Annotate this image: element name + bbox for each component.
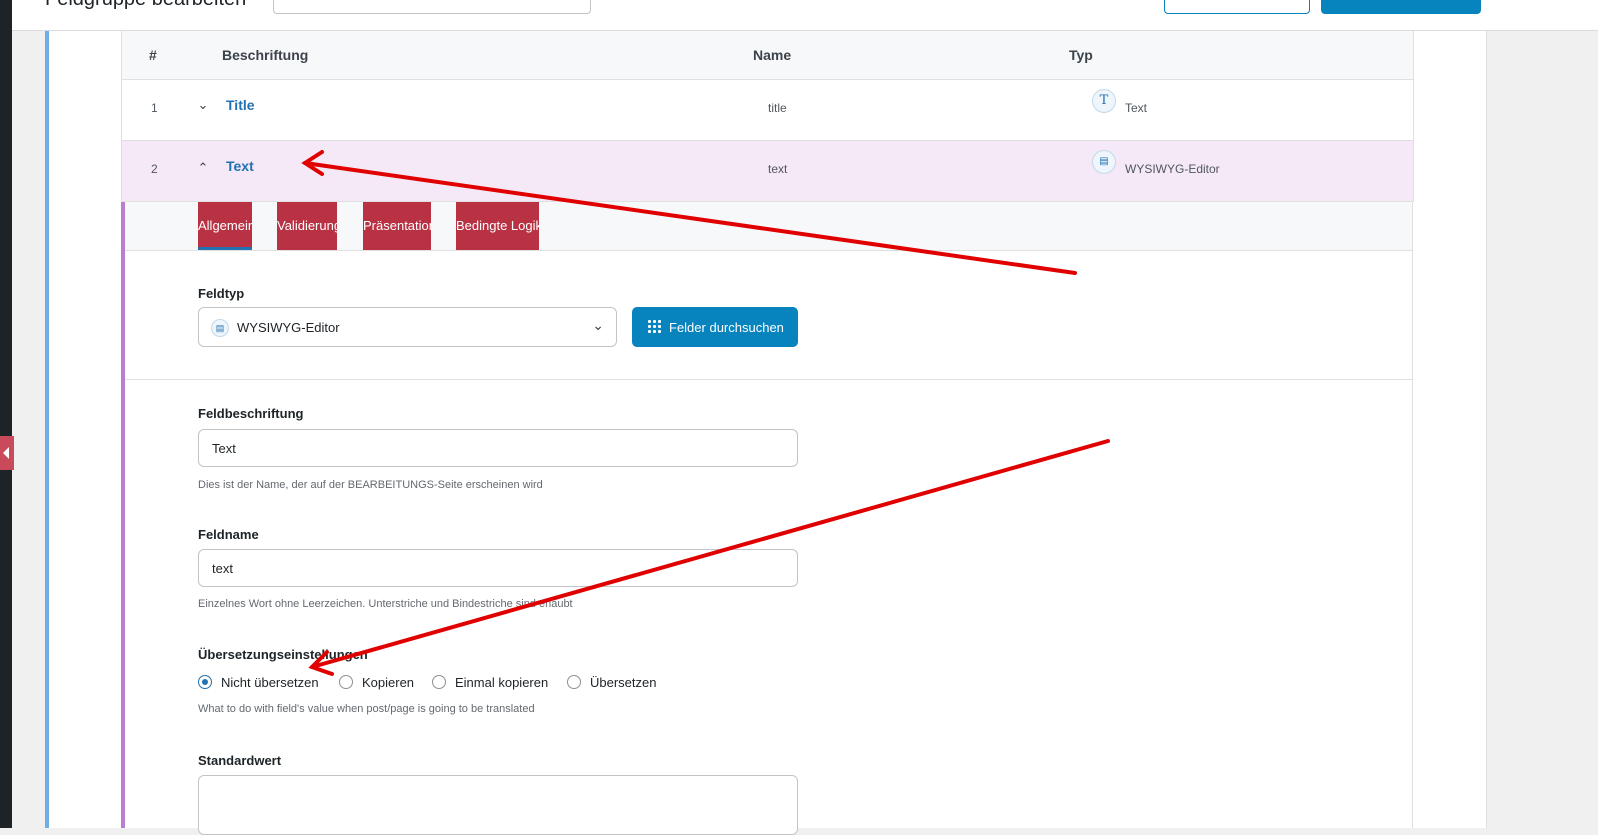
chevron-down-icon[interactable]: ⌄ (194, 96, 212, 114)
wysiwyg-type-icon: ▤ (1092, 150, 1116, 174)
field-label-link[interactable]: Title (226, 97, 255, 113)
field-name-value: text (212, 561, 233, 576)
field-type: Text (1125, 101, 1148, 115)
wysiwyg-type-icon: ▤ (211, 319, 229, 337)
field-name-help: Einzelnes Wort ohne Leerzeichen. Unterst… (198, 598, 573, 610)
column-header-type: Typ (1069, 47, 1093, 63)
chevron-up-icon[interactable]: ⌃ (194, 159, 212, 177)
text-type-icon: T (1092, 89, 1116, 113)
page-header: Feldgruppe bearbeiten (12, 0, 1598, 31)
field-name-input[interactable]: text (198, 549, 798, 587)
translation-help: What to do with field's value when post/… (198, 703, 535, 715)
grid-icon (648, 320, 662, 334)
default-value-textarea[interactable] (198, 775, 798, 835)
field-label-input[interactable]: Text (198, 429, 798, 467)
field-type-label: Feldtyp (198, 286, 245, 301)
page-title: Feldgruppe bearbeiten (45, 0, 246, 11)
tab-presentation[interactable]: Präsentation (363, 202, 431, 250)
field-name: text (768, 162, 788, 176)
field-name: title (768, 101, 787, 115)
title-input[interactable] (273, 0, 591, 14)
translation-label: Übersetzungseinstellungen (198, 647, 368, 662)
radio-icon (567, 675, 581, 689)
column-header-name: Name (753, 47, 792, 63)
field-name-label: Feldname (198, 527, 259, 542)
fields-table-header: # Beschriftung Name Typ (121, 31, 1414, 80)
add-field-button[interactable] (1164, 0, 1310, 14)
field-type-select[interactable]: ▤ WYSIWYG-Editor ⌄ (198, 307, 617, 347)
field-row[interactable]: 1 ⌄ Title title T Text (121, 80, 1414, 141)
right-gutter (1487, 31, 1598, 828)
field-type-value: WYSIWYG-Editor (237, 320, 340, 335)
field-row-expanded[interactable]: 2 ⌃ Text text ▤ WYSIWYG-Editor (121, 141, 1414, 202)
field-order: 2 (151, 162, 158, 176)
radio-icon (339, 675, 353, 689)
chevron-down-icon: ⌄ (592, 317, 604, 333)
field-order: 1 (151, 101, 158, 115)
default-value-label: Standardwert (198, 753, 282, 768)
tab-conditional-logic[interactable]: Bedingte Logik (456, 202, 539, 250)
admin-sidebar (0, 0, 12, 828)
tab-general[interactable]: Allgemein (198, 202, 252, 250)
field-type: WYSIWYG-Editor (1125, 162, 1220, 176)
field-label-help: Dies ist der Name, der auf der BEARBEITU… (198, 479, 543, 491)
field-label-link[interactable]: Text (226, 158, 254, 174)
collapse-sidebar-button[interactable] (0, 436, 14, 470)
browse-fields-button[interactable]: Felder durchsuchen (632, 307, 798, 347)
column-header-num: # (149, 47, 157, 63)
field-label-label: Feldbeschriftung (198, 406, 304, 421)
radio-icon (432, 675, 446, 689)
column-header-label: Beschriftung (222, 47, 309, 63)
settings-tabs: Allgemein Validierung Präsentation Bedin… (125, 202, 1413, 251)
save-button[interactable] (1321, 0, 1481, 14)
browse-fields-label: Felder durchsuchen (669, 320, 784, 335)
tab-validation[interactable]: Validierung (277, 202, 337, 250)
field-label-value: Text (212, 441, 236, 456)
radio-selected-icon (198, 675, 212, 689)
